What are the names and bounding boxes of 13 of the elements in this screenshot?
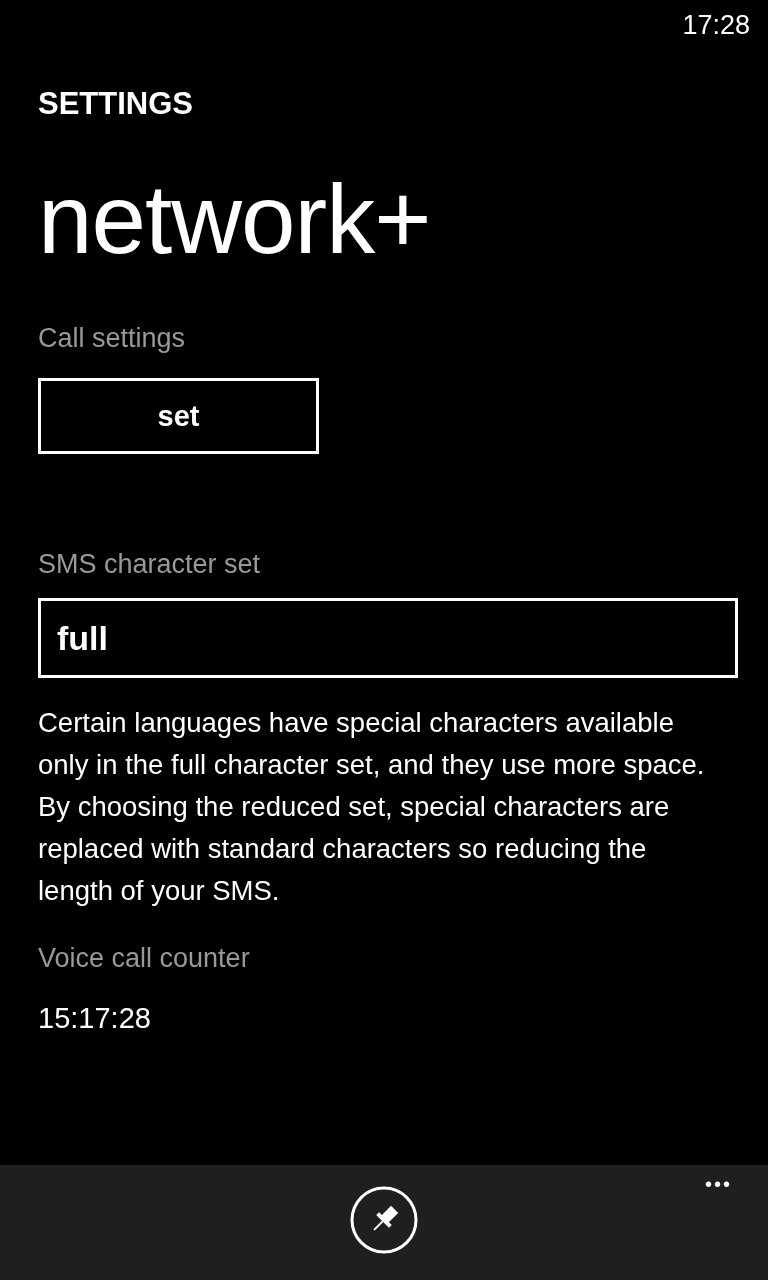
picker-field[interactable]: full bbox=[38, 598, 738, 678]
app-title: SETTINGS bbox=[38, 85, 194, 123]
pin-button[interactable] bbox=[349, 1185, 419, 1255]
set-button[interactable]: set bbox=[38, 378, 319, 454]
description-text: Certain languages have special characters available only in the full character set, and they use more space. By choosing the reduced set, special characters are replaced with standard characters so reducing the length of your SMS. bbox=[38, 706, 706, 908]
more-button[interactable]: ••• bbox=[705, 1173, 732, 1196]
clock-time: 17:28 bbox=[682, 9, 750, 41]
setting-value: 15:17:28 bbox=[38, 1002, 151, 1035]
setting-label: Call settings bbox=[38, 322, 186, 355]
page-title: network+ bbox=[38, 164, 432, 274]
setting-label: SMS character set bbox=[38, 548, 261, 581]
pin-icon bbox=[349, 1185, 419, 1255]
setting-label: Voice call counter bbox=[38, 942, 250, 975]
